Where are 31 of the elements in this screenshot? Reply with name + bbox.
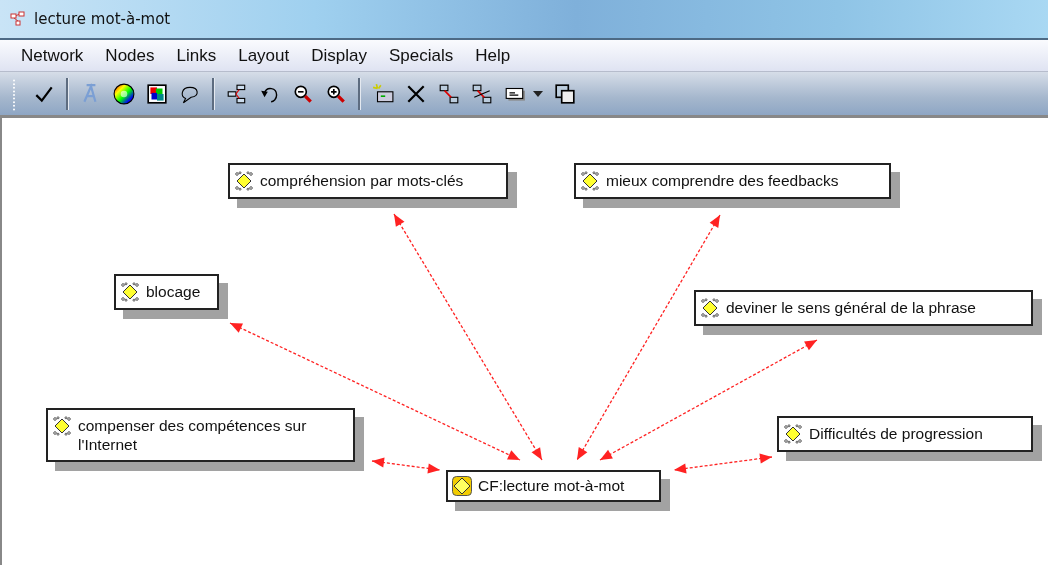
node-label: blocage bbox=[146, 282, 201, 301]
node-label: CF:lecture mot-à-mot bbox=[478, 476, 625, 495]
window-title: lecture mot-à-mot bbox=[34, 10, 171, 28]
new-node-icon[interactable] bbox=[372, 82, 394, 105]
copy-icon[interactable] bbox=[554, 82, 576, 105]
node-label: compenser des compétences sur l'Internet bbox=[78, 416, 308, 454]
diamond-icon bbox=[580, 171, 600, 191]
menu-item[interactable]: Nodes bbox=[94, 43, 166, 68]
node-label: mieux comprendre des feedbacks bbox=[606, 171, 839, 190]
node-label: deviner le sens général de la phrase bbox=[726, 298, 976, 317]
menu-item[interactable]: Network bbox=[10, 43, 95, 68]
color-wheel-icon[interactable] bbox=[113, 82, 135, 105]
diamond-icon bbox=[783, 424, 803, 444]
node-label: compréhension par mots-clés bbox=[260, 171, 464, 190]
link-icon[interactable] bbox=[438, 82, 460, 105]
menu-item[interactable]: Links bbox=[165, 43, 228, 68]
menu-item[interactable]: Help bbox=[464, 43, 522, 68]
menu-item[interactable]: Layout bbox=[227, 43, 301, 68]
diamond-icon bbox=[120, 282, 140, 302]
unlink-icon[interactable] bbox=[471, 82, 493, 105]
node-label: Difficultés de progression bbox=[809, 424, 983, 443]
diamond-icon bbox=[700, 298, 720, 318]
caret-icon[interactable] bbox=[533, 90, 543, 97]
diamond-icon bbox=[52, 416, 72, 436]
colors-icon[interactable] bbox=[146, 82, 168, 105]
network-icon bbox=[10, 11, 26, 27]
diamond-icon bbox=[234, 171, 254, 191]
diamond-icon bbox=[452, 476, 472, 496]
menu-item[interactable]: Display bbox=[300, 43, 378, 68]
hierarchy-icon[interactable] bbox=[226, 82, 248, 105]
menu-item[interactable]: Specials bbox=[378, 43, 465, 68]
